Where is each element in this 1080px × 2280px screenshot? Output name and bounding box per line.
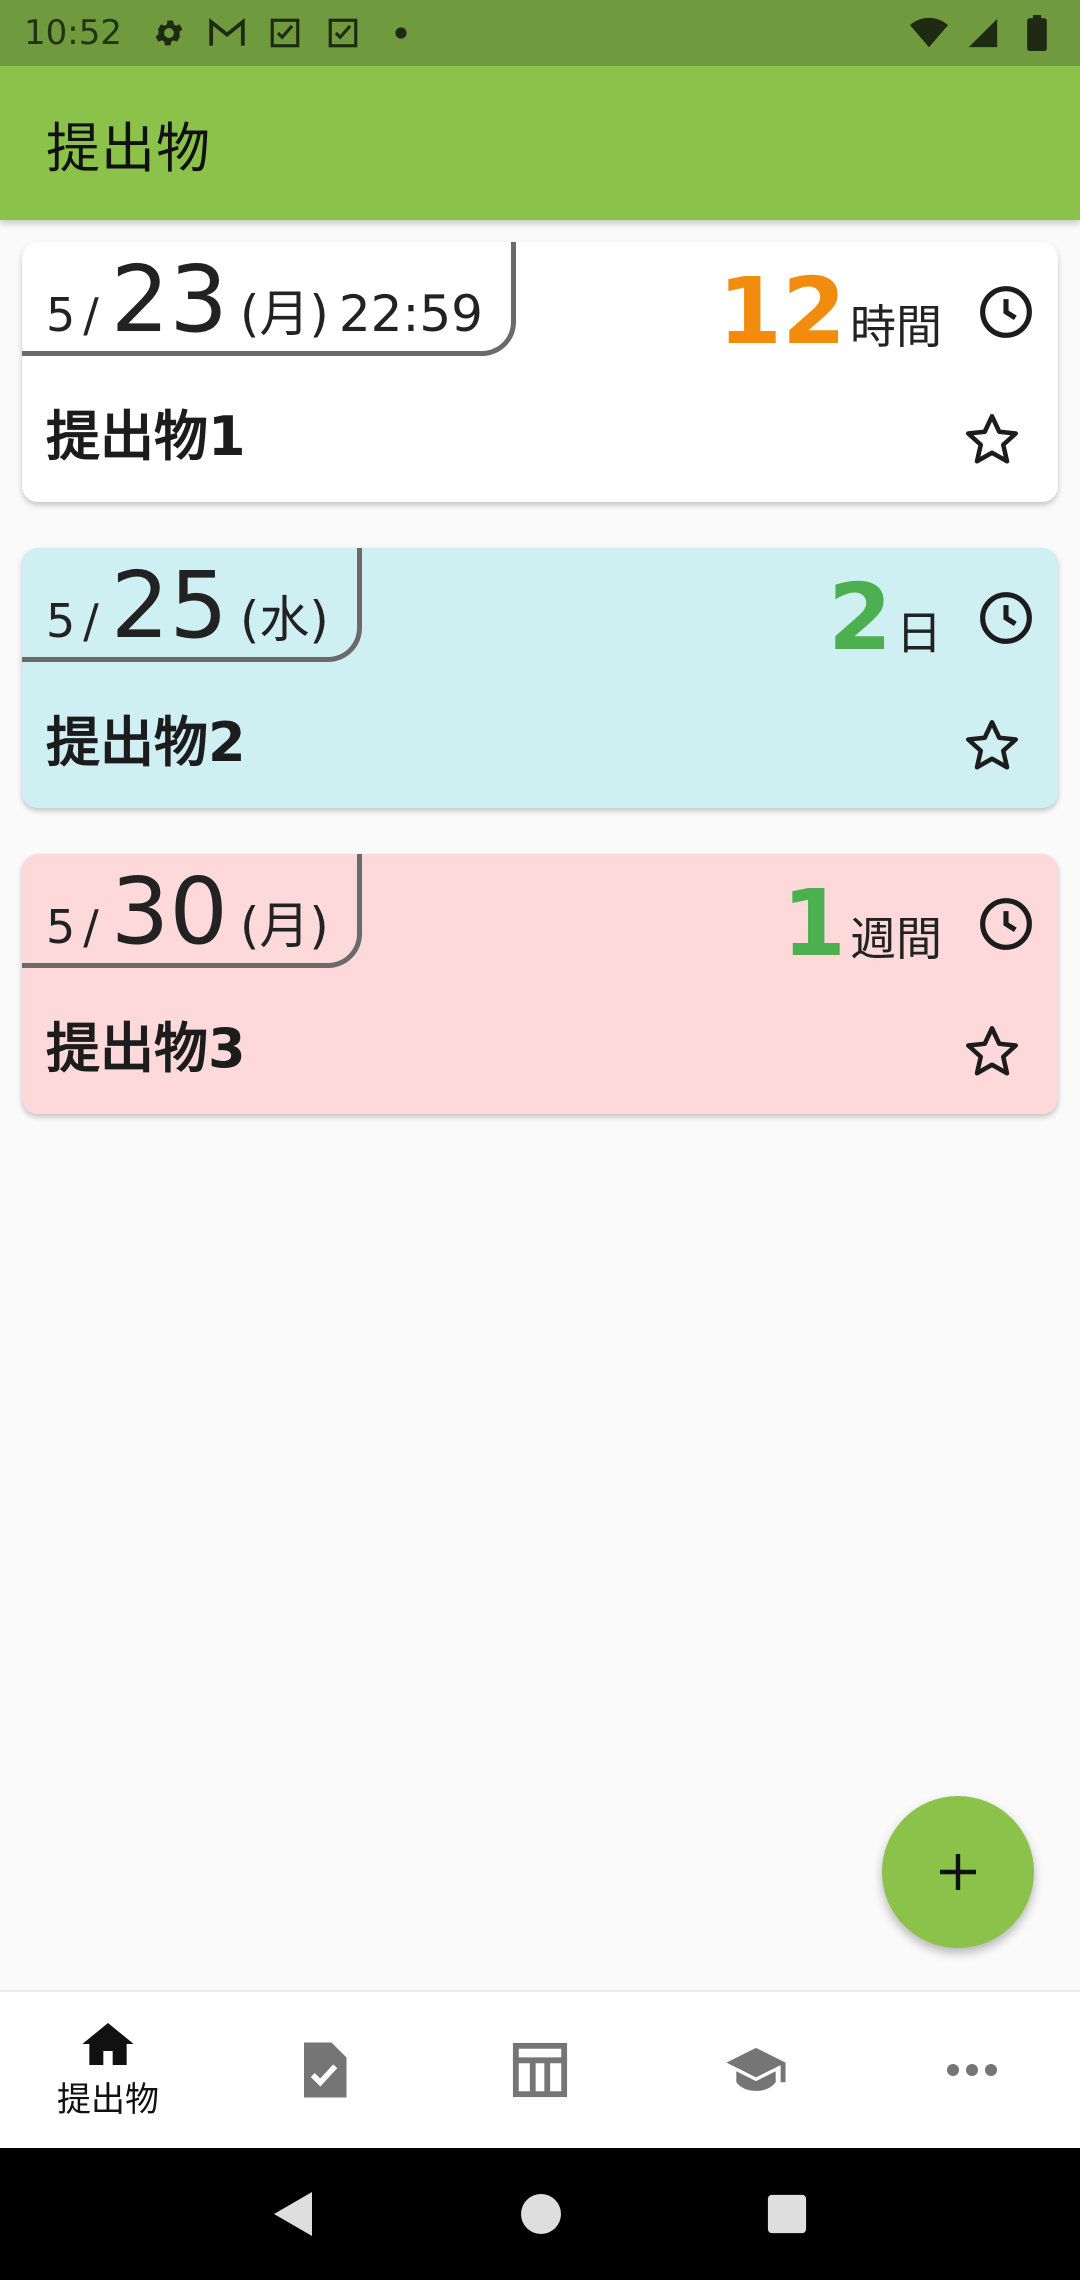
assignment-card[interactable]: 5 / 30 (月) 1 週間 提出物3 <box>22 854 1058 1114</box>
remaining-time: 2 日 <box>828 568 942 668</box>
due-month: 5 <box>46 594 76 648</box>
star-icon[interactable] <box>962 1022 1022 1082</box>
page-title: 提出物 <box>46 116 211 180</box>
remaining-number: 1 <box>781 870 846 977</box>
nav-item-more[interactable] <box>864 1992 1080 2148</box>
remaining-number: 2 <box>827 564 892 671</box>
due-month: 5 <box>46 900 76 954</box>
app-bar: 提出物 <box>0 66 1080 220</box>
assignment-card[interactable]: 5 / 23 (月) 22:59 12 時間 提出物1 <box>22 242 1058 502</box>
notification-icons <box>150 14 420 52</box>
task-file-icon <box>304 2042 347 2098</box>
system-status-icons <box>910 14 1056 52</box>
plus-icon <box>940 1854 976 1890</box>
due-weekday: (水) <box>239 591 329 649</box>
clock-icon[interactable] <box>978 590 1034 646</box>
school-icon <box>726 2047 786 2091</box>
remaining-time: 12 時間 <box>718 262 942 362</box>
assignment-card[interactable]: 5 / 25 (水) 2 日 提出物2 <box>22 548 1058 808</box>
due-date-tab: 5 / 23 (月) 22:59 <box>22 242 516 356</box>
clock-icon[interactable] <box>978 896 1034 952</box>
recents-icon[interactable] <box>766 2193 808 2235</box>
gear-icon <box>150 14 188 52</box>
nav-item-assignments[interactable]: 提出物 <box>0 1992 216 2148</box>
assignment-list: 5 / 23 (月) 22:59 12 時間 提出物1 5 / 25 (水) 2… <box>22 242 1058 1160</box>
checkbox-icon <box>266 14 304 52</box>
timetable-icon <box>512 2042 568 2098</box>
signal-icon <box>964 14 1002 52</box>
due-day: 25 <box>110 552 228 659</box>
home-icon <box>82 2022 134 2065</box>
assignment-title: 提出物3 <box>46 1017 246 1080</box>
status-time: 10:52 <box>24 13 122 53</box>
remaining-unit: 週間 <box>850 912 942 966</box>
battery-icon <box>1018 14 1056 52</box>
wifi-icon <box>910 14 948 52</box>
remaining-unit: 時間 <box>850 300 942 354</box>
gmail-icon <box>208 14 246 52</box>
bottom-navigation: 提出物 <box>0 1990 1080 2148</box>
due-date-tab: 5 / 30 (月) <box>22 854 362 968</box>
home-circle-icon[interactable] <box>519 2192 563 2236</box>
date-separator: / <box>83 900 99 954</box>
back-icon[interactable] <box>272 2190 316 2238</box>
due-month: 5 <box>46 288 76 342</box>
date-separator: / <box>83 288 99 342</box>
due-weekday: (月) <box>239 897 329 955</box>
due-day: 23 <box>110 246 228 353</box>
due-weekday: (月) <box>239 285 329 343</box>
assignment-title: 提出物1 <box>46 405 246 468</box>
status-bar: 10:52 <box>0 0 1080 66</box>
more-icon <box>947 2064 997 2076</box>
date-separator: / <box>83 594 99 648</box>
add-assignment-button[interactable] <box>882 1796 1034 1948</box>
checkbox-icon <box>324 14 362 52</box>
remaining-time: 1 週間 <box>782 874 942 974</box>
nav-label: 提出物 <box>57 2079 159 2120</box>
star-icon[interactable] <box>962 410 1022 470</box>
nav-item-tasks[interactable] <box>216 1992 432 2148</box>
clock-icon[interactable] <box>978 284 1034 340</box>
remaining-number: 12 <box>717 258 846 365</box>
assignment-title: 提出物2 <box>46 711 246 774</box>
due-time: 22:59 <box>338 285 483 343</box>
due-day: 30 <box>110 858 228 965</box>
due-date-tab: 5 / 25 (水) <box>22 548 362 662</box>
nav-item-timetable[interactable] <box>432 1992 648 2148</box>
remaining-unit: 日 <box>896 606 942 660</box>
nav-item-school[interactable] <box>648 1992 864 2148</box>
dot-icon <box>382 14 420 52</box>
system-navigation-bar <box>0 2148 1080 2280</box>
star-icon[interactable] <box>962 716 1022 776</box>
